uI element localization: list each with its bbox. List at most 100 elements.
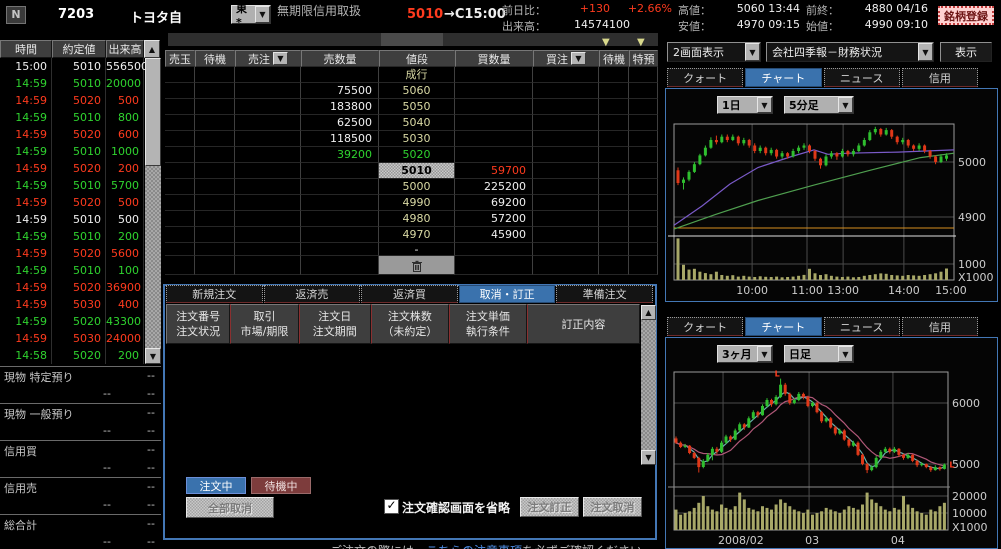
board-header-0: 売玉 (165, 50, 195, 67)
account-value: -- (111, 424, 155, 437)
panel1-tab-2[interactable]: ニュース (824, 68, 900, 87)
sell-qty-cell[interactable]: 183800 (301, 99, 379, 115)
price-cell[interactable]: 4970 (379, 227, 455, 243)
footer-note-link[interactable]: こちらの注意事項 (426, 544, 522, 549)
tape-row: 14:59501020000 (0, 75, 145, 92)
order-tab-2[interactable]: 返済買 (361, 285, 458, 303)
order-tab-0[interactable]: 新規注文 (166, 285, 263, 303)
buy-qty-cell[interactable]: 59700 (455, 163, 533, 179)
chevron-down-icon[interactable]: ▼ (255, 6, 270, 23)
board-row: 1838005050 (165, 99, 658, 115)
register-symbol-button[interactable]: 銘柄登録 (938, 6, 994, 25)
svg-text:6000: 6000 (952, 397, 980, 410)
price-cell[interactable]: 5040 (379, 115, 455, 131)
board-cell (599, 256, 629, 275)
board-cell (165, 67, 195, 83)
board-cell (301, 243, 379, 256)
panel2-tab-1[interactable]: チャート (745, 317, 821, 336)
board-cell (533, 195, 599, 211)
order-scrollbar-track[interactable] (641, 320, 656, 450)
special-deposit-marker-icon: ▼ (637, 37, 645, 48)
order-tab-3[interactable]: 取消・訂正 (459, 285, 556, 303)
svg-text:15:00: 15:00 (935, 284, 967, 297)
account-section-label: 信用売 (4, 480, 37, 496)
chevron-down-icon[interactable]: ▼ (273, 52, 288, 65)
price-cell[interactable]: 5030 (379, 131, 455, 147)
credit-type-label: 無期限信用取扱 (277, 2, 361, 19)
tape-row: 14:59502036900 (0, 279, 145, 296)
price-cell[interactable]: - (379, 243, 455, 256)
high-value: 5060 13:44 (718, 2, 800, 15)
sell-qty-cell[interactable]: 75500 (301, 83, 379, 99)
board-row: 501059700 (165, 163, 658, 179)
tape-row: 14:5950105700 (0, 177, 145, 194)
market-select[interactable]: 東* ▼ (231, 5, 271, 24)
price-cell[interactable]: 5010 (379, 163, 455, 179)
sell-qty-cell[interactable]: 118500 (301, 131, 379, 147)
price-cell[interactable]: 5050 (379, 99, 455, 115)
panel1-tab-0[interactable]: クォート (667, 68, 743, 87)
order-list-header: 注文番号注文状況取引市場/期限注文日注文期間注文株数（未約定）注文単価執行条件訂… (166, 304, 640, 344)
cancel-all-button[interactable]: 全部取消 (186, 497, 274, 518)
price-cell[interactable]: 4990 (379, 195, 455, 211)
svg-text:20000: 20000 (952, 490, 987, 503)
price-cell[interactable]: 4980 (379, 211, 455, 227)
ordering-status-button[interactable]: 注文中 (186, 477, 246, 494)
info-select[interactable]: 会社四季報－財務状況 ▼ (766, 42, 934, 62)
cancel-order-button[interactable]: 注文取消 (583, 497, 642, 517)
skip-confirm-checkbox[interactable]: ✓ (384, 499, 399, 514)
tape-scroll-up-button[interactable]: ▲ (144, 40, 160, 58)
order-tab-1[interactable]: 返済売 (264, 285, 361, 303)
chevron-down-icon[interactable]: ▼ (571, 52, 586, 65)
clear-board-cell[interactable] (379, 256, 455, 275)
tape-scroll-down-button[interactable]: ▼ (145, 348, 161, 364)
footer-note-post: を必ずご確認ください。 (522, 544, 654, 549)
buy-qty-cell[interactable]: 69200 (455, 195, 533, 211)
screen-mode-select[interactable]: 2画面表示 ▼ (667, 42, 761, 62)
price-cell[interactable]: 5000 (379, 179, 455, 195)
panel2-tab-3[interactable]: 信用 (902, 317, 978, 336)
tape-row: 14:595020600 (0, 126, 145, 143)
board-cell (629, 163, 658, 179)
waiting-status-button[interactable]: 待機中 (251, 477, 311, 494)
tape-header-time: 時間 (0, 40, 52, 58)
board-header-2: 売注▼ (235, 50, 301, 67)
board-cell (195, 243, 235, 256)
sell-qty-cell[interactable]: 39200 (301, 147, 379, 163)
board-cell (195, 163, 235, 179)
panel1-tab-3[interactable]: 信用 (902, 68, 978, 87)
account-section: 現物 一般預り------ (0, 403, 161, 440)
tape-body: 15:00501055650014:5950102000014:59502050… (0, 58, 145, 364)
tape-scrollbar-thumb[interactable] (145, 58, 161, 166)
board-cell (165, 131, 195, 147)
price-cell[interactable]: 5060 (379, 83, 455, 99)
buy-qty-cell[interactable]: 225200 (455, 179, 533, 195)
chart-panel-2: 3ヶ月 ▼ 日足 ▼ 600050002000010000X1000LL2008… (665, 337, 998, 549)
order-scroll-up-button[interactable]: ▲ (641, 305, 656, 320)
show-button[interactable]: 表示 (940, 42, 992, 62)
panel1-tab-1[interactable]: チャート (745, 68, 821, 87)
buy-qty-cell[interactable]: 45900 (455, 227, 533, 243)
price-cell[interactable]: 5020 (379, 147, 455, 163)
buy-qty-cell[interactable]: 57200 (455, 211, 533, 227)
skip-confirm-label: 注文確認画面を省略 (402, 499, 510, 516)
order-tabs: 新規注文返済売返済買取消・訂正準備注文 (166, 285, 653, 303)
board-cell (533, 163, 599, 179)
panel2-tab-0[interactable]: クォート (667, 317, 743, 336)
board-cell (165, 211, 195, 227)
board-cell (165, 83, 195, 99)
board-cell (301, 163, 379, 179)
order-scroll-down-button[interactable]: ▼ (641, 450, 656, 465)
amend-order-button[interactable]: 注文訂正 (520, 497, 579, 517)
sell-qty-cell[interactable]: 62500 (301, 115, 379, 131)
board-cell (165, 99, 195, 115)
board-cell (165, 227, 195, 243)
panel2-tab-2[interactable]: ニュース (824, 317, 900, 336)
tape-row: 14:595020500 (0, 194, 145, 211)
order-tab-4[interactable]: 準備注文 (556, 285, 653, 303)
price-cell[interactable]: 成行 (379, 67, 455, 83)
order-col-header-5: 訂正内容 (527, 304, 640, 344)
board-cell (599, 131, 629, 147)
chevron-down-icon[interactable]: ▼ (745, 43, 760, 61)
chevron-down-icon[interactable]: ▼ (918, 43, 933, 61)
